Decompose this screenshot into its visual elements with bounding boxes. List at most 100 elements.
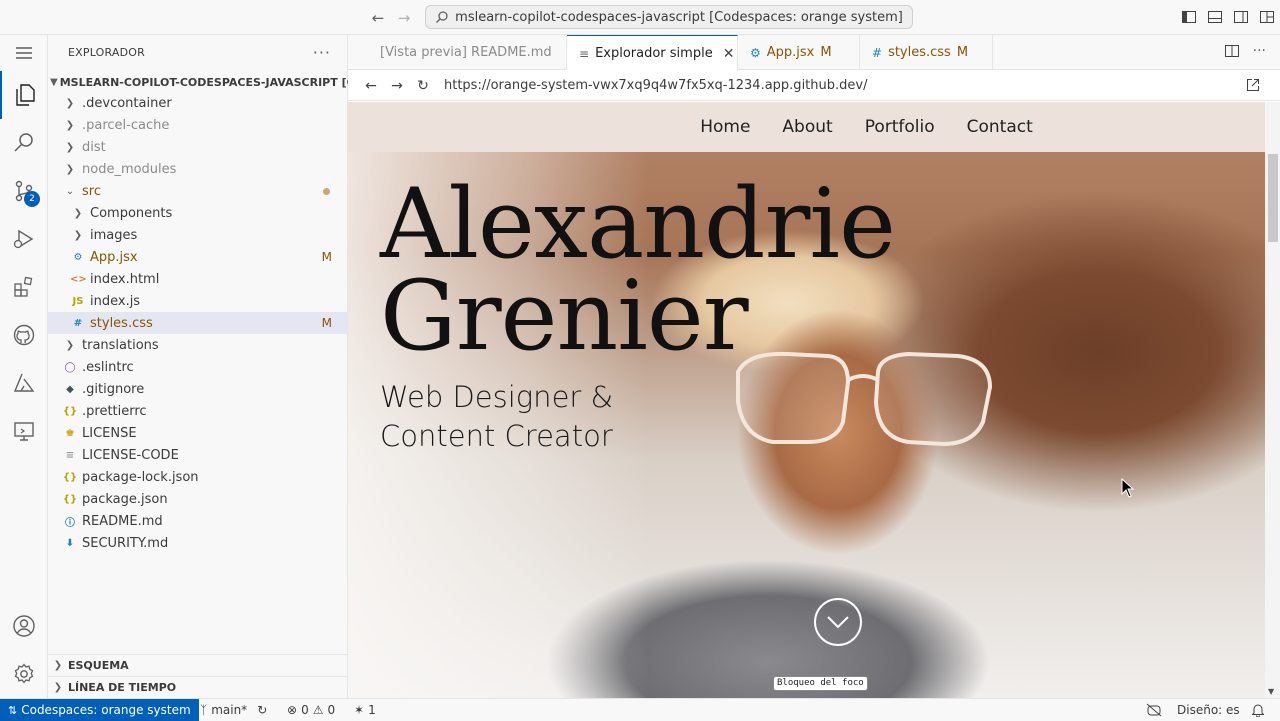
hero-subtitle-line2: Content Creator [380,419,613,453]
warning-count: 0 [327,703,336,717]
problems-indicator[interactable]: ⊗ 0 ⚠ 0 [287,699,335,721]
command-center[interactable]: mslearn-copilot-codespaces-javascript [C… [425,5,913,29]
tree-folder-parcel-cache[interactable]: ❯ .parcel-cache [48,114,348,136]
css-file-icon: # [73,317,83,329]
customize-layout-icon[interactable] [1259,9,1275,25]
reload-icon[interactable]: ↻ [410,78,436,94]
workspace-folder-header[interactable]: ▼ MSLEARN-COPILOT-CODESPACES-JAVASCRIPT … [48,71,348,93]
nav-link-home[interactable]: Home [700,117,750,137]
activity-bar: 2 [0,35,48,698]
menu-icon[interactable] [0,35,48,71]
tree-file-package-json[interactable]: {} package.json [48,488,348,510]
close-icon[interactable]: ✕ [723,46,735,62]
remote-explorer-icon[interactable] [0,407,48,455]
tree-item-label: package-lock.json [82,469,199,485]
remote-indicator[interactable]: ⇅ Codespaces: orange system [0,699,199,721]
tab-readme-preview[interactable]: [Vista previa] README.md [348,35,567,70]
copilot-status-icon[interactable] [1146,699,1162,721]
scroll-down-arrow-icon[interactable]: ▼ [1268,687,1274,696]
tree-folder-components[interactable]: ❯ Components [48,202,348,224]
tree-item-label: src [82,183,101,199]
tree-file-prettierrc[interactable]: {} .prettierrc [48,400,348,422]
tree-item-label: Components [90,205,173,221]
more-actions-icon[interactable]: ··· [1253,44,1266,62]
hero-name: Alexandrie Grenier [380,168,896,364]
explorer-title: EXPLORADOR [68,46,146,59]
nav-link-contact[interactable]: Contact [967,117,1033,137]
tree-file-index-html[interactable]: <> index.html [48,268,348,290]
toggle-panel-icon[interactable] [1207,9,1223,25]
nav-link-portfolio[interactable]: Portfolio [865,117,935,137]
tree-file-styles-css[interactable]: # styles.css M [48,312,348,334]
markdown-file-icon: ⬇ [65,537,75,549]
settings-gear-icon[interactable] [0,650,48,698]
outline-section[interactable]: ❯ ESQUEMA [48,654,348,676]
ports-indicator[interactable]: ✶ 1 [354,699,376,721]
tree-file-eslintrc[interactable]: ◯ .eslintrc [48,356,348,378]
accounts-icon[interactable] [0,602,48,650]
git-branch[interactable]: ᛉ main* ↻ [200,699,267,721]
tree-item-label: styles.css [90,315,153,331]
azure-icon[interactable] [0,359,48,407]
split-editor-icon[interactable] [1224,44,1239,62]
sync-icon[interactable]: ↻ [257,703,267,717]
forward-arrow-icon[interactable]: → [384,78,410,94]
ports-icon: ✶ [354,703,365,717]
tab-app-jsx[interactable]: ⚙ App.jsx M [738,35,860,70]
tree-folder-src[interactable]: ⌄ src [48,180,348,202]
error-icon: ⊗ [287,703,298,717]
preview-scrollbar[interactable]: ▼ [1265,102,1280,698]
chevron-right-icon: ❯ [53,682,63,693]
eslint-file-icon: ◯ [64,361,76,373]
nav-link-about[interactable]: About [782,117,832,137]
tree-item-label: .prettierrc [82,403,147,419]
tree-file-readme-md[interactable]: ⓘ README.md [48,510,348,532]
tab-label: App.jsx [766,45,815,60]
tab-actions: ··· [1224,44,1266,62]
back-arrow-icon[interactable]: ← [369,9,387,27]
source-control-icon[interactable]: 2 [0,167,48,215]
tree-file-index-js[interactable]: JS index.js [48,290,348,312]
chevron-down-icon: ▼ [50,76,58,88]
tree-file-security-md[interactable]: ⬇ SECURITY.md [48,532,348,554]
run-debug-icon[interactable] [0,215,48,263]
branch-icon: ᛉ [200,703,208,717]
tree-folder-devcontainer[interactable]: ❯ .devcontainer [48,92,348,114]
remote-icon: ⇅ [8,703,18,717]
timeline-section[interactable]: ❯ LÍNEA DE TIEMPO [48,676,348,698]
tree-item-label: package.json [82,491,168,507]
tab-simple-browser[interactable]: ≡ Explorador simple ✕ [567,35,738,71]
toggle-secondary-sidebar-icon[interactable] [1233,9,1249,25]
scroll-down-button[interactable] [814,598,862,646]
notifications-bell-icon[interactable] [1252,699,1264,721]
tree-folder-node-modules[interactable]: ❯ node_modules [48,158,348,180]
json-file-icon: {} [62,493,78,505]
tree-folder-dist[interactable]: ❯ dist [48,136,348,158]
open-in-browser-icon[interactable] [1246,78,1260,96]
tab-styles-css[interactable]: # styles.css M [860,35,993,70]
back-arrow-icon[interactable]: ← [358,78,384,94]
tree-file-license-code[interactable]: ≡ LICENSE-CODE [48,444,348,466]
tree-file-gitignore[interactable]: ◆ .gitignore [48,378,348,400]
url-input[interactable]: https://orange-system-vwx7xq9q4w7fx5xq-1… [444,78,867,93]
tree-file-license[interactable]: ♚ LICENSE [48,422,348,444]
tree-item-label: SECURITY.md [82,535,169,551]
toggle-primary-sidebar-icon[interactable] [1181,9,1197,25]
tree-folder-translations[interactable]: ❯ translations [48,334,348,356]
more-actions-icon[interactable]: ··· [313,43,331,62]
tree-folder-images[interactable]: ❯ images [48,224,348,246]
tree-file-package-lock-json[interactable]: {} package-lock.json [48,466,348,488]
extensions-icon[interactable] [0,263,48,311]
website-preview: Home About Portfolio Contact Alexandrie … [348,102,1265,698]
scrollbar-thumb[interactable] [1268,154,1278,242]
tree-item-label: .devcontainer [82,95,172,111]
json-file-icon: {} [62,405,78,417]
forward-arrow-icon[interactable]: → [395,9,413,27]
search-icon[interactable] [0,119,48,167]
tree-item-label: .eslintrc [82,359,134,375]
hero-name-line1: Alexandrie [380,168,896,280]
explorer-icon[interactable] [0,71,48,119]
github-icon[interactable] [0,311,48,359]
keyboard-layout[interactable]: Diseño: es [1177,699,1240,721]
tree-file-app-jsx[interactable]: ⚙ App.jsx M [48,246,348,268]
